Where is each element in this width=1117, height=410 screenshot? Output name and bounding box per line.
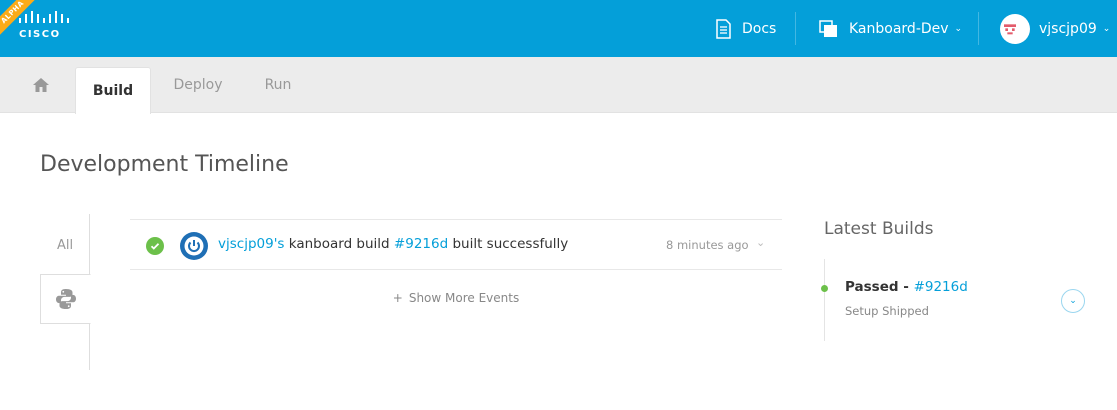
- chevron-down-icon[interactable]: ⌄: [756, 236, 765, 249]
- tab-deploy[interactable]: Deploy: [163, 57, 233, 113]
- user-menu[interactable]: vjscjp09 ⌄: [1000, 0, 1110, 57]
- event-text: built successfully: [448, 236, 569, 252]
- event-description: vjscjp09's kanboard build #9216d built s…: [218, 236, 568, 252]
- plus-icon: +: [392, 291, 403, 305]
- status-dot: [821, 285, 828, 292]
- tab-home[interactable]: [22, 57, 60, 113]
- docs-label: Docs: [742, 20, 777, 37]
- nav-divider: [795, 12, 796, 45]
- cisco-logo[interactable]: ALPHA CISCO: [0, 0, 80, 57]
- build-status-label: Passed: [845, 279, 899, 295]
- page-title: Development Timeline: [40, 152, 289, 177]
- chevron-down-icon: ⌄: [954, 23, 963, 34]
- event-user-link[interactable]: vjscjp09's: [218, 236, 284, 252]
- tab-run[interactable]: Run: [253, 57, 303, 113]
- event-build-link[interactable]: #9216d: [394, 236, 448, 252]
- document-icon: [716, 18, 731, 39]
- cisco-bars-icon: [19, 11, 69, 23]
- build-subtitle: Setup Shipped: [845, 304, 929, 318]
- event-time: 8 minutes ago: [666, 238, 749, 252]
- tab-bar: Build Deploy Run: [0, 57, 1117, 114]
- show-more-button[interactable]: + Show More Events: [130, 291, 782, 305]
- home-icon: [33, 78, 49, 92]
- power-logo-icon: [180, 232, 208, 260]
- user-label: vjscjp09: [1039, 20, 1097, 37]
- expand-chevron-icon[interactable]: ⌄: [1061, 289, 1085, 313]
- event-row[interactable]: vjscjp09's kanboard build #9216d built s…: [130, 219, 782, 270]
- build-id-link[interactable]: #9216d: [914, 279, 968, 295]
- logo-text: CISCO: [19, 29, 61, 40]
- check-icon: [146, 237, 164, 255]
- timeline-line: [824, 259, 825, 341]
- filter-all[interactable]: All: [40, 228, 90, 262]
- python-icon: [55, 289, 76, 309]
- identicon-icon: [1004, 23, 1016, 34]
- nav-divider: [978, 12, 979, 45]
- project-dropdown[interactable]: Kanboard-Dev ⌄: [819, 0, 962, 57]
- docs-link[interactable]: Docs: [714, 0, 776, 57]
- latest-builds-panel: Latest Builds Passed - #9216d Setup Ship…: [821, 219, 1094, 341]
- event-list: vjscjp09's kanboard build #9216d built s…: [130, 219, 782, 305]
- event-text: kanboard build: [284, 236, 394, 252]
- project-label: Kanboard-Dev: [849, 20, 949, 37]
- show-more-label: Show More Events: [408, 291, 520, 305]
- latest-builds-title: Latest Builds: [824, 219, 934, 239]
- top-navbar: ALPHA CISCO Docs Kanboard-Dev ⌄ vjscjp09…: [0, 0, 1117, 57]
- build-status: Passed - #9216d: [845, 279, 968, 295]
- avatar: [1000, 13, 1030, 44]
- filter-python[interactable]: [40, 274, 91, 324]
- build-status-sep: -: [898, 279, 914, 295]
- filter-column: All: [40, 214, 91, 370]
- tab-build[interactable]: Build: [75, 67, 151, 114]
- chevron-down-icon: ⌄: [1102, 23, 1111, 34]
- stack-icon: [819, 19, 837, 37]
